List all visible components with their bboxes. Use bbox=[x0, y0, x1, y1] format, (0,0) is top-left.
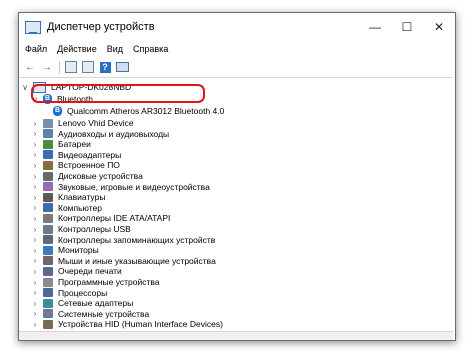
device-category-icon bbox=[43, 118, 53, 128]
device-category-icon bbox=[43, 319, 53, 329]
tree-category-label: Аудиовходы и аудиовыходы bbox=[58, 128, 170, 139]
monitor-icon[interactable] bbox=[115, 60, 129, 74]
expand-chevron-icon[interactable]: › bbox=[31, 150, 39, 159]
device-category-icon bbox=[43, 213, 53, 223]
tree-category-label: Встроенное ПО bbox=[58, 160, 120, 171]
expand-chevron-icon[interactable]: › bbox=[31, 246, 39, 255]
tree-device-bluetooth[interactable]: B Qualcomm Atheros AR3012 Bluetooth 4.0 bbox=[19, 105, 453, 117]
expand-chevron-icon[interactable]: › bbox=[31, 161, 39, 170]
expand-chevron-icon[interactable]: › bbox=[31, 235, 39, 244]
expand-chevron-icon[interactable]: › bbox=[31, 225, 39, 234]
device-category-icon bbox=[43, 203, 53, 213]
device-category-icon bbox=[43, 245, 53, 255]
tree-category-label: Контроллеры USB bbox=[58, 224, 131, 234]
expand-chevron-icon[interactable]: › bbox=[31, 140, 39, 149]
title-bar: Диспетчер устройств — ☐ ✕ bbox=[19, 13, 455, 41]
tree-category-label: Мыши и иные указывающие устройства bbox=[58, 255, 216, 266]
expand-chevron-icon[interactable]: › bbox=[31, 172, 39, 181]
menu-view[interactable]: Вид bbox=[102, 44, 128, 54]
menu-bar: Файл Действие Вид Справка bbox=[19, 41, 455, 57]
toolbar: ← → ? bbox=[19, 58, 455, 76]
device-category-icon bbox=[43, 129, 53, 139]
device-category-icon bbox=[43, 277, 53, 287]
properties-icon[interactable] bbox=[64, 60, 78, 74]
maximize-button[interactable]: ☐ bbox=[391, 13, 423, 41]
tree-category-label: Системные устройства bbox=[58, 308, 150, 319]
minimize-button[interactable]: — bbox=[359, 13, 391, 41]
expand-chevron-icon[interactable]: › bbox=[31, 214, 39, 223]
tree-category-label: Контроллеры запоминающих устройств bbox=[58, 234, 216, 245]
window-title: Диспетчер устройств bbox=[47, 21, 155, 33]
status-bar bbox=[19, 331, 453, 340]
device-category-icon bbox=[43, 182, 53, 192]
close-button[interactable]: ✕ bbox=[423, 13, 455, 41]
device-category-icon bbox=[43, 298, 53, 308]
forward-arrow-icon[interactable]: → bbox=[40, 60, 54, 74]
tree-category-label: Звуковые, игровые и видеоустройства bbox=[58, 181, 210, 192]
collapse-chevron-icon[interactable]: ∨ bbox=[21, 83, 29, 92]
expand-chevron-icon[interactable]: › bbox=[31, 288, 39, 297]
expand-chevron-icon[interactable]: › bbox=[31, 299, 39, 308]
device-tree: ∨ LAPTOP-DK028NBD ∨ B Bluetooth B Qualco… bbox=[19, 77, 453, 332]
tree-device-label: Qualcomm Atheros AR3012 Bluetooth 4.0 bbox=[67, 106, 225, 116]
device-category-icon bbox=[43, 256, 53, 266]
expand-chevron-icon[interactable]: › bbox=[31, 320, 39, 329]
tree-category-label: Сетевые адаптеры bbox=[58, 298, 134, 309]
device-category-icon bbox=[43, 171, 53, 181]
tree-category-label: Очереди печати bbox=[58, 266, 122, 277]
device-category-icon bbox=[43, 235, 53, 245]
tree-category-label: Видеоадаптеры bbox=[58, 149, 122, 160]
device-category-icon bbox=[43, 160, 53, 170]
help-icon[interactable]: ? bbox=[98, 60, 112, 74]
window-controls: — ☐ ✕ bbox=[359, 13, 455, 41]
device-category-icon bbox=[43, 192, 53, 202]
menu-help[interactable]: Справка bbox=[128, 44, 173, 54]
tree-category-label: Lenovo Vhid Device bbox=[58, 118, 134, 128]
device-category-icon bbox=[43, 150, 53, 160]
tree-category-label: Устройства HID (Human Interface Devices) bbox=[58, 319, 223, 330]
tree-category-label: Дисковые устройства bbox=[58, 171, 143, 181]
menu-action[interactable]: Действие bbox=[52, 44, 102, 54]
expand-chevron-icon[interactable]: › bbox=[31, 119, 39, 128]
tree-category-label: Мониторы bbox=[58, 245, 99, 256]
expand-chevron-icon[interactable]: › bbox=[31, 278, 39, 287]
back-arrow-icon[interactable]: ← bbox=[23, 60, 37, 74]
bluetooth-icon: B bbox=[53, 106, 62, 116]
expand-chevron-icon[interactable]: › bbox=[31, 182, 39, 191]
menu-file[interactable]: Файл bbox=[19, 44, 52, 54]
device-category-icon bbox=[43, 309, 53, 319]
expand-chevron-icon[interactable]: › bbox=[31, 309, 39, 318]
expand-chevron-icon[interactable]: › bbox=[31, 129, 39, 138]
device-category-icon bbox=[43, 266, 53, 276]
tree-category-label: Клавиатуры bbox=[58, 192, 106, 203]
device-manager-icon bbox=[25, 20, 41, 34]
tree-category-label: Процессоры bbox=[58, 287, 108, 298]
toolbar-separator bbox=[59, 60, 60, 74]
device-category-icon bbox=[43, 288, 53, 298]
expand-chevron-icon[interactable]: › bbox=[31, 256, 39, 265]
device-category-icon bbox=[43, 139, 53, 149]
device-manager-window: Диспетчер устройств — ☐ ✕ Файл Действие … bbox=[18, 12, 456, 341]
expand-chevron-icon[interactable]: › bbox=[31, 267, 39, 276]
tree-category-label: Программные устройства bbox=[58, 277, 160, 287]
expand-chevron-icon[interactable]: › bbox=[31, 203, 39, 212]
highlight-annotation bbox=[31, 84, 205, 103]
expand-chevron-icon[interactable]: › bbox=[31, 193, 39, 202]
refresh-icon[interactable] bbox=[81, 60, 95, 74]
tree-category-label: Батареи bbox=[58, 139, 91, 150]
device-category-icon bbox=[43, 224, 53, 234]
tree-category-label: Контроллеры IDE ATA/ATAPI bbox=[58, 213, 171, 224]
tree-category-label: Компьютер bbox=[58, 202, 102, 213]
